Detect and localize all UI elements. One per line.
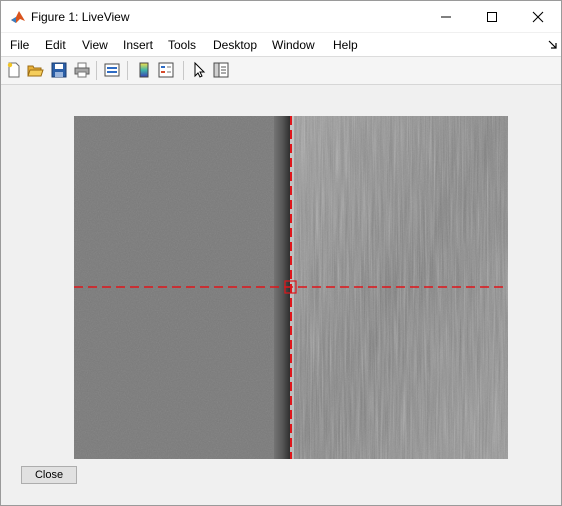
live-camera-image[interactable] xyxy=(74,116,508,459)
menu-tools[interactable]: Tools xyxy=(168,38,196,52)
maximize-icon xyxy=(487,11,497,22)
menu-edit[interactable]: Edit xyxy=(45,38,66,52)
minimize-icon xyxy=(441,16,451,17)
toolbar-separator xyxy=(127,61,128,80)
pointer-icon[interactable] xyxy=(190,61,208,79)
print-icon[interactable] xyxy=(73,61,91,79)
dock-arrow-icon[interactable] xyxy=(548,40,558,50)
property-inspector-icon[interactable] xyxy=(212,61,230,79)
title-bar[interactable]: Figure 1: LiveView xyxy=(1,1,561,32)
menu-window[interactable]: Window xyxy=(272,38,315,52)
menu-help[interactable]: Help xyxy=(333,38,358,52)
menu-insert[interactable]: Insert xyxy=(123,38,153,52)
colorbar-icon[interactable] xyxy=(135,61,153,79)
new-figure-icon[interactable] xyxy=(5,61,23,79)
minimize-button[interactable] xyxy=(423,1,469,32)
figure-toolbar xyxy=(1,57,561,85)
menu-view[interactable]: View xyxy=(82,38,108,52)
maximize-button[interactable] xyxy=(469,1,515,32)
close-window-button[interactable] xyxy=(515,1,561,32)
legend-icon[interactable] xyxy=(157,61,175,79)
menu-bar: File Edit View Insert Tools Desktop Wind… xyxy=(1,33,561,57)
link-plot-icon[interactable] xyxy=(103,61,121,79)
toolbar-separator xyxy=(183,61,184,80)
close-icon xyxy=(532,11,544,22)
matlab-logo-icon xyxy=(10,9,26,25)
window-title: Figure 1: LiveView xyxy=(31,10,130,24)
menu-desktop[interactable]: Desktop xyxy=(213,38,257,52)
save-icon[interactable] xyxy=(50,61,68,79)
toolbar-separator xyxy=(96,61,97,80)
menu-file[interactable]: File xyxy=(10,38,29,52)
open-file-icon[interactable] xyxy=(26,61,44,79)
close-button[interactable]: Close xyxy=(21,466,77,484)
